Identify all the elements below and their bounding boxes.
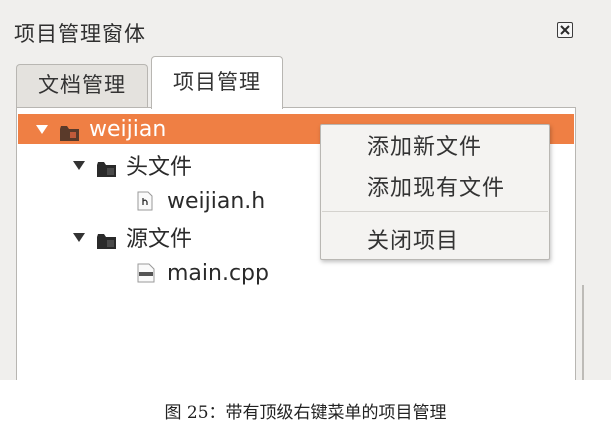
header-file-icon [137, 191, 153, 211]
tree-item-source-file[interactable]: main.cpp [137, 258, 269, 288]
menu-item-close-project[interactable]: 关闭项目 [367, 223, 459, 255]
expand-arrow-icon[interactable] [73, 160, 85, 170]
tree-item-headers[interactable]: 头文件 [73, 150, 192, 180]
tree-item-label: 头文件 [126, 155, 193, 180]
tree-item-header-file[interactable]: weijian.h [137, 186, 265, 216]
tab-document-manager[interactable]: 文档管理 [16, 64, 148, 108]
scrollbar[interactable] [582, 285, 584, 380]
context-menu: 添加新文件 添加现有文件 关闭项目 [320, 124, 550, 260]
panel-title: 项目管理窗体 [14, 22, 146, 46]
tab-bar: 文档管理 项目管理 [16, 56, 576, 109]
menu-item-add-new-file[interactable]: 添加新文件 [367, 129, 482, 161]
project-dock-panel: 项目管理窗体 文档管理 项目管理 weijian 头文件 weijian.h 源… [0, 0, 611, 380]
tree-item-label: main.cpp [167, 260, 269, 286]
tree-item-sources[interactable]: 源文件 [73, 222, 192, 252]
expand-arrow-icon[interactable] [73, 232, 85, 242]
tree-item-label: weijian [89, 116, 167, 142]
header-folder-icon [97, 158, 116, 177]
cpp-file-icon [137, 263, 155, 283]
expand-arrow-icon[interactable] [36, 124, 48, 134]
menu-item-add-existing-file[interactable]: 添加现有文件 [367, 170, 505, 202]
tab-project-manager[interactable]: 项目管理 [151, 56, 283, 109]
project-folder-icon [60, 122, 79, 141]
tree-item-label: 源文件 [126, 227, 193, 252]
menu-separator [322, 211, 548, 212]
source-folder-icon [97, 230, 116, 249]
close-icon[interactable] [557, 22, 573, 38]
figure-caption: 图 25：带有顶级右键菜单的项目管理 [164, 403, 447, 423]
tree-item-label: weijian.h [167, 188, 266, 214]
